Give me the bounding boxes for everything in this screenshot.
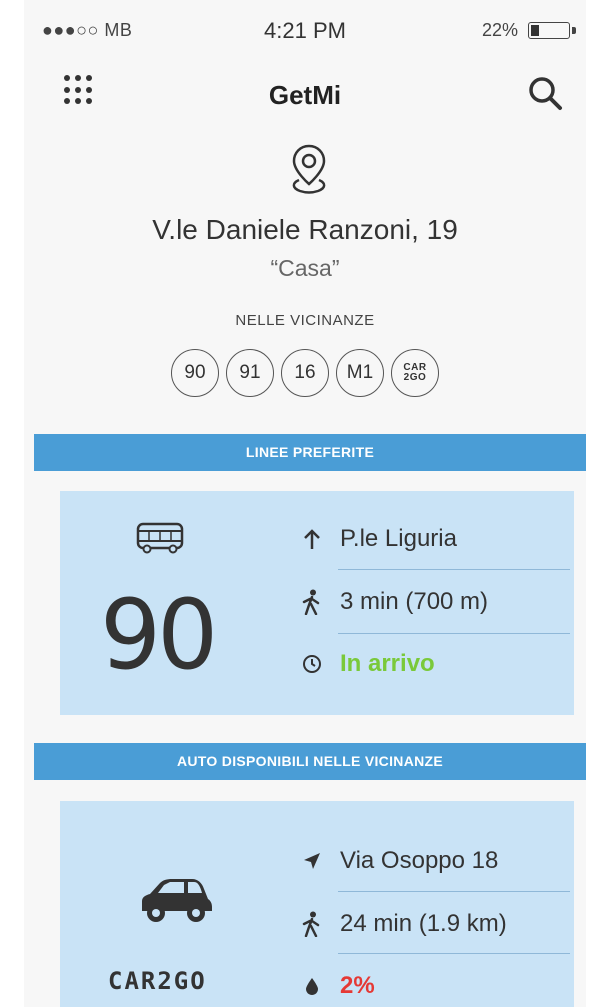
walking-icon <box>298 910 326 938</box>
nearby-car-card[interactable]: CAR2GO Via Osoppo 18 24 min (1.9 km) 2% <box>60 801 574 1007</box>
search-icon[interactable] <box>526 74 564 112</box>
line-chip[interactable]: 16 <box>281 349 329 397</box>
location-pin-icon <box>292 144 326 194</box>
car-walk-text: 24 min (1.9 km) <box>340 910 507 937</box>
car-location-text: Via Osoppo 18 <box>340 847 499 874</box>
line-chip[interactable]: 91 <box>226 349 274 397</box>
arrival-row: In arrivo <box>298 644 435 684</box>
car2go-chip-bottom: 2GO <box>403 372 427 383</box>
car2go-chip[interactable]: CAR 2GO <box>391 349 439 397</box>
line-chip[interactable]: M1 <box>336 349 384 397</box>
fuel-row: 2% <box>298 966 375 1006</box>
walk-time-text: 3 min (700 m) <box>340 588 489 615</box>
car-location-row: Via Osoppo 18 <box>298 841 498 881</box>
car-icon <box>142 879 212 922</box>
divider <box>338 633 570 634</box>
walking-icon <box>298 588 326 616</box>
line-chip[interactable]: 90 <box>171 349 219 397</box>
nearby-label: NELLE VICINANZE <box>235 312 375 329</box>
divider <box>338 953 570 954</box>
nav-bar: GetMi <box>24 60 586 130</box>
direction-text: P.le Liguria <box>340 525 457 552</box>
favorite-line-card[interactable]: 90 P.le Liguria 3 min (700 m) In arrivo <box>60 491 574 715</box>
clock-icon <box>298 650 326 678</box>
app-title: GetMi <box>268 80 342 110</box>
walk-row: 3 min (700 m) <box>298 582 488 622</box>
direction-row: P.le Liguria <box>298 519 457 559</box>
battery-nub <box>572 27 576 34</box>
address: V.le Daniele Ranzoni, 19 <box>152 214 458 245</box>
nearby-lines: 90 91 16 M1 CAR 2GO <box>24 349 586 397</box>
bus-icon <box>136 522 184 554</box>
navigation-arrow-icon <box>298 847 326 875</box>
battery-percent: 22% <box>481 20 518 40</box>
nearby-cars-header: AUTO DISPONIBILI NELLE VICINANZE <box>34 743 586 780</box>
fuel-level: 2% <box>340 972 375 999</box>
divider <box>338 891 570 892</box>
battery-level <box>531 25 539 36</box>
address-nickname: “Casa” <box>270 255 340 281</box>
app-screen: ●●●○○ MB 4:21 PM 22% GetMi V.le Daniele … <box>24 0 586 1007</box>
arrow-up-icon <box>298 525 326 553</box>
line-number: 90 <box>100 579 218 691</box>
arrival-status: In arrivo <box>340 650 435 677</box>
fuel-drop-icon <box>298 972 326 1000</box>
car-walk-row: 24 min (1.9 km) <box>298 904 507 944</box>
divider <box>338 569 570 570</box>
status-bar: ●●●○○ MB 4:21 PM 22% <box>24 0 586 60</box>
favorite-lines-header: LINEE PREFERITE <box>34 434 586 471</box>
battery-icon <box>528 22 570 39</box>
car2go-logo: CAR2GO <box>108 967 207 995</box>
